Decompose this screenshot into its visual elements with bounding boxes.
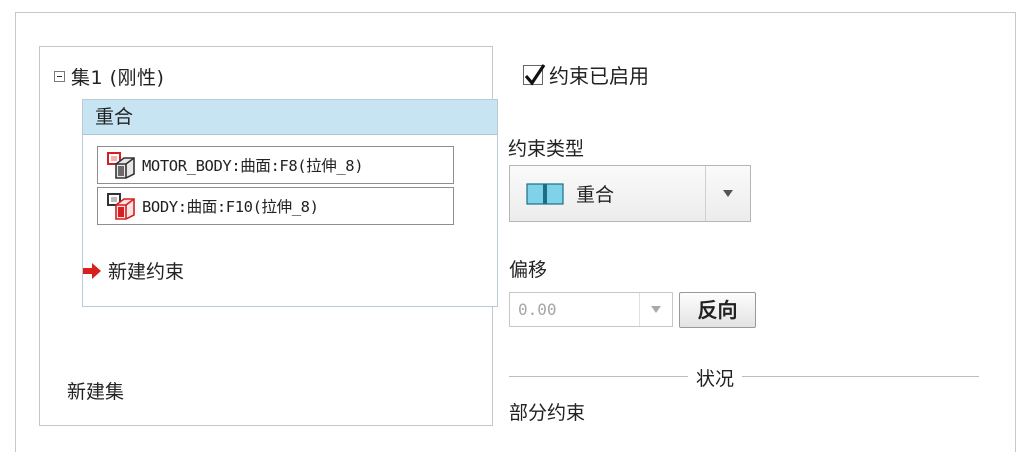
status-title: 状况	[688, 364, 743, 391]
new-set-link[interactable]: 新建集	[67, 377, 124, 404]
constraint-tree: 集1 (刚性) 重合 MOTOR_BODY:曲面:F8(拉伸_8) BODY:曲…	[39, 46, 498, 426]
checkbox[interactable]	[523, 63, 546, 86]
collapse-toggle-icon[interactable]	[54, 70, 65, 82]
offset-dropdown-arrow-icon[interactable]	[639, 293, 672, 326]
offset-value: 0.00	[518, 300, 557, 319]
status-divider	[509, 376, 979, 377]
reference-text: MOTOR_BODY:曲面:F8(拉伸_8)	[142, 157, 364, 175]
reference-text: BODY:曲面:F10(拉伸_8)	[142, 198, 319, 216]
offset-label: 偏移	[509, 259, 548, 281]
constraint-type-dropdown[interactable]: 重合	[509, 165, 751, 222]
red-arrow-icon	[83, 262, 101, 279]
checkmark-icon	[524, 63, 546, 86]
coincident-icon	[526, 182, 564, 205]
set-node[interactable]: 集1 (刚性)	[54, 63, 164, 89]
part-surface-icon	[107, 193, 135, 220]
constraint-type-label: 约束类型	[508, 138, 585, 160]
constraint-enabled-label: 约束已启用	[549, 64, 649, 88]
reference-collector-2[interactable]: BODY:曲面:F10(拉伸_8)	[97, 187, 454, 225]
new-constraint-link[interactable]: 新建约束	[82, 257, 184, 284]
new-constraint-label: 新建约束	[108, 261, 185, 283]
dropdown-arrow-icon[interactable]	[705, 166, 750, 221]
part-surface-icon	[107, 152, 135, 179]
reference-collector-1[interactable]: MOTOR_BODY:曲面:F8(拉伸_8)	[97, 146, 454, 184]
flip-button[interactable]: 反向	[679, 292, 756, 328]
constraint-enabled-checkbox[interactable]: 约束已启用	[523, 60, 649, 89]
constraint-type-value: 重合	[576, 184, 615, 206]
offset-input[interactable]: 0.00	[509, 292, 673, 327]
constraint-header[interactable]: 重合	[83, 100, 497, 135]
status-value: 部分约束	[509, 402, 586, 424]
set-label: 集1 (刚性)	[71, 66, 165, 89]
